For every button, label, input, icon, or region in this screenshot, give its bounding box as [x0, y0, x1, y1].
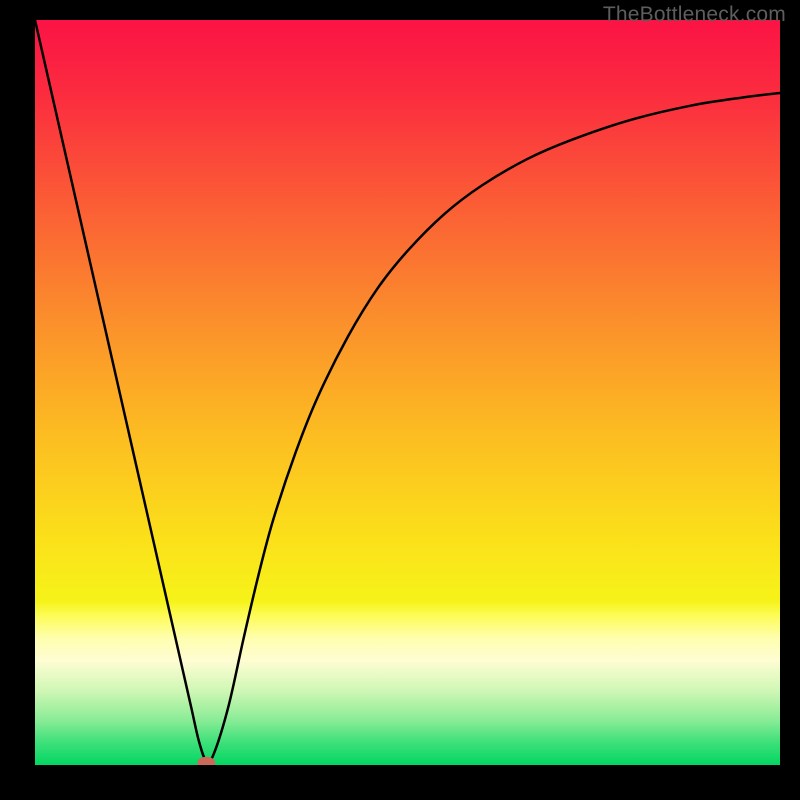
plot-area: [35, 20, 780, 765]
chart-svg: [35, 20, 780, 765]
gradient-background: [35, 20, 780, 765]
chart-frame: TheBottleneck.com: [0, 0, 800, 800]
watermark-text: TheBottleneck.com: [603, 3, 786, 27]
